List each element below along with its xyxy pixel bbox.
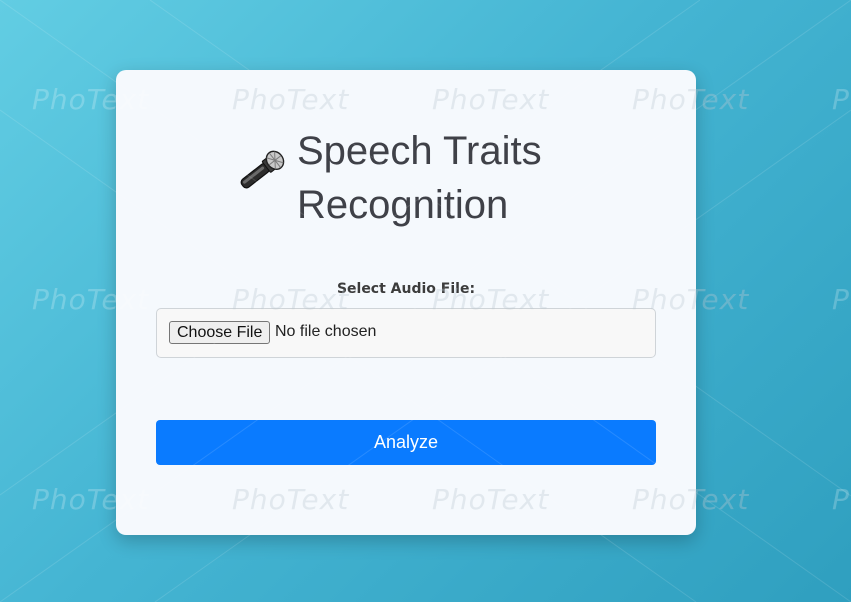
file-status-text: No file chosen <box>275 323 377 340</box>
main-card: Speech Traits Recognition Select Audio F… <box>116 70 696 535</box>
file-input-label: Select Audio File: <box>336 281 476 297</box>
audio-file-input[interactable]: Choose File No file chosen <box>156 308 656 358</box>
microphone-icon <box>240 150 285 189</box>
page-title: Speech Traits Recognition <box>297 129 542 227</box>
analyze-button[interactable]: Analyze <box>156 420 656 465</box>
header: Speech Traits Recognition <box>232 122 592 232</box>
watermark-text: PhoText <box>832 483 851 516</box>
watermark-text: PhoText <box>832 283 851 316</box>
watermark-text: PhoText <box>832 83 851 116</box>
choose-file-button[interactable]: Choose File <box>169 321 271 344</box>
